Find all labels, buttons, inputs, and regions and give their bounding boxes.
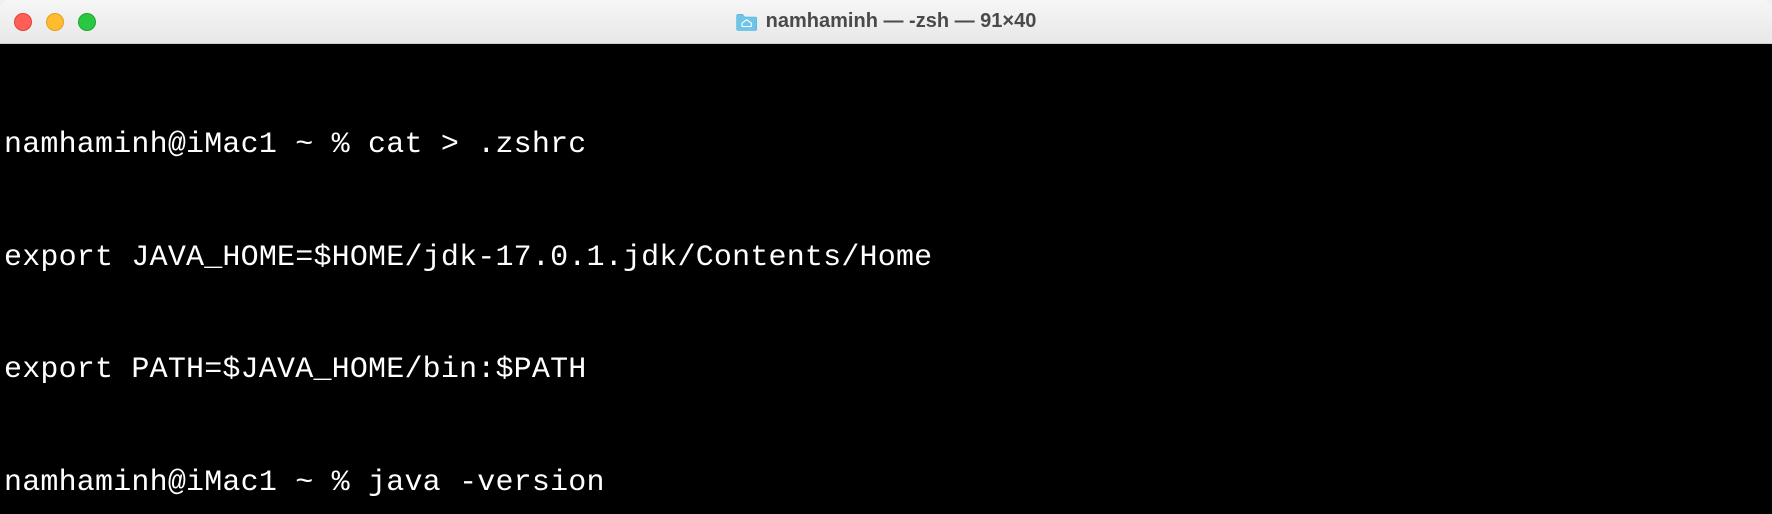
- window-titlebar[interactable]: namhaminh — -zsh — 91×40: [0, 0, 1772, 44]
- maximize-icon[interactable]: [78, 13, 96, 31]
- traffic-lights: [14, 13, 96, 31]
- window-title: namhaminh — -zsh — 91×40: [736, 10, 1037, 33]
- minimize-icon[interactable]: [46, 13, 64, 31]
- terminal-line: export PATH=$JAVA_HOME/bin:$PATH: [4, 352, 1768, 390]
- terminal-body[interactable]: namhaminh@iMac1 ~ % cat > .zshrc export …: [0, 44, 1772, 514]
- home-folder-icon: [736, 13, 758, 31]
- terminal-line: namhaminh@iMac1 ~ % cat > .zshrc: [4, 127, 1768, 165]
- terminal-line: export JAVA_HOME=$HOME/jdk-17.0.1.jdk/Co…: [4, 240, 1768, 278]
- window-title-text: namhaminh — -zsh — 91×40: [766, 10, 1037, 33]
- close-icon[interactable]: [14, 13, 32, 31]
- terminal-line: namhaminh@iMac1 ~ % java -version: [4, 465, 1768, 503]
- terminal-window: namhaminh — -zsh — 91×40 namhaminh@iMac1…: [0, 0, 1772, 514]
